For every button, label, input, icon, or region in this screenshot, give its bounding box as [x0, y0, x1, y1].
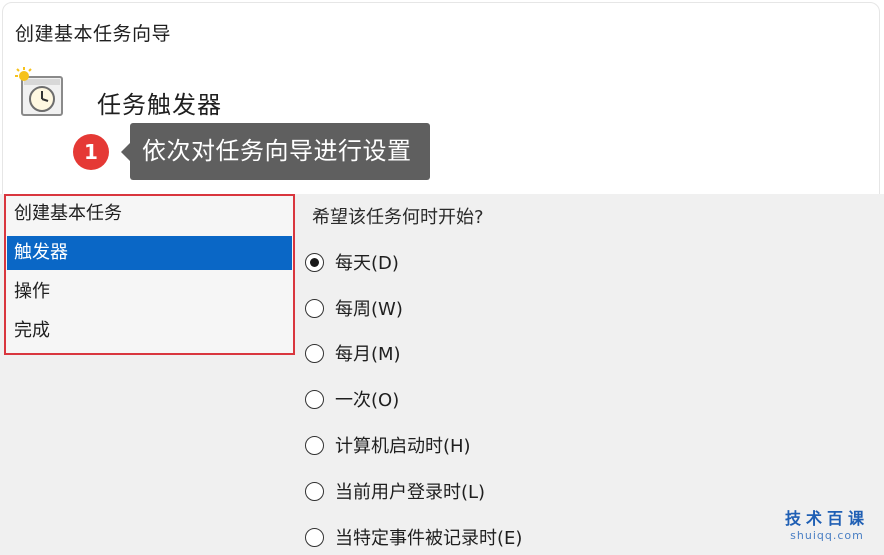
radio-button[interactable]: [305, 527, 324, 547]
wizard-steps-nav: 创建基本任务 触发器 操作 完成: [4, 194, 295, 355]
nav-item-finish[interactable]: 完成: [7, 314, 292, 348]
radio-label[interactable]: 当前用户登录时(L): [335, 478, 485, 504]
radio-label[interactable]: 计算机启动时(H): [335, 432, 471, 458]
radio-button[interactable]: [305, 389, 324, 409]
page-heading: 任务触发器: [97, 91, 222, 119]
radio-button[interactable]: [305, 298, 324, 318]
radio-option-monthly[interactable]: 每月(M): [305, 341, 401, 365]
nav-item-create-basic-task[interactable]: 创建基本任务: [7, 197, 292, 231]
watermark-text: 技术百课: [784, 509, 869, 528]
step-badge: 1: [73, 134, 109, 170]
trigger-question: 希望该任务何时开始?: [312, 207, 484, 228]
radio-option-once[interactable]: 一次(O): [305, 387, 399, 411]
radio-option-at-startup[interactable]: 计算机启动时(H): [305, 433, 471, 457]
radio-selected-dot: [310, 257, 319, 267]
radio-button[interactable]: [305, 481, 324, 501]
radio-option-daily[interactable]: 每天(D): [305, 250, 399, 274]
radio-button[interactable]: [305, 435, 324, 455]
nav-item-trigger[interactable]: 触发器: [7, 236, 292, 270]
nav-item-action[interactable]: 操作: [7, 275, 292, 309]
radio-option-at-logon[interactable]: 当前用户登录时(L): [305, 479, 485, 503]
radio-label[interactable]: 每天(D): [335, 249, 399, 275]
annotation-tooltip: 依次对任务向导进行设置: [121, 123, 430, 180]
radio-label[interactable]: 一次(O): [335, 386, 399, 412]
radio-option-on-event[interactable]: 当特定事件被记录时(E): [305, 525, 522, 549]
radio-label[interactable]: 当特定事件被记录时(E): [335, 524, 522, 550]
radio-option-weekly[interactable]: 每周(W): [305, 296, 403, 320]
site-watermark: 技术百课 shuiqq.com: [785, 505, 869, 542]
radio-label[interactable]: 每月(M): [335, 340, 401, 366]
radio-button[interactable]: [305, 343, 324, 363]
radio-button[interactable]: [305, 252, 324, 272]
scheduled-task-clock-icon: [15, 67, 63, 116]
radio-label[interactable]: 每周(W): [335, 295, 403, 321]
window-title: 创建基本任务向导: [15, 23, 172, 45]
watermark-url: shuiqq.com: [790, 529, 864, 542]
